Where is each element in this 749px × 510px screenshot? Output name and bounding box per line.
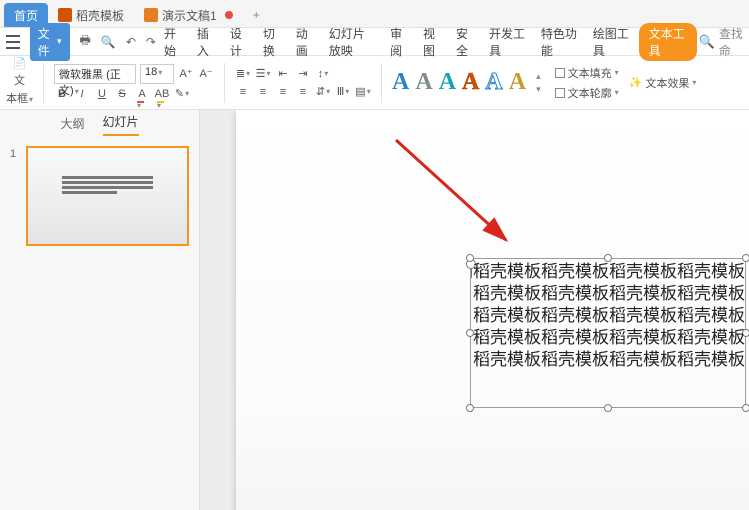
line-spacing-button[interactable]: ↕ [315, 66, 331, 82]
menu-texttools[interactable]: 文本工具 [639, 23, 697, 61]
canvas-area[interactable]: 稻壳模板稻壳模板稻壳模板稻壳模板稻壳模板稻壳模板稻壳模板稻壳模板稻壳模板稻壳模板… [200, 110, 749, 510]
annotation-arrow [396, 140, 526, 263]
qat-undo-icon[interactable]: ↶ [126, 35, 136, 49]
font-color-button[interactable]: A [134, 86, 150, 102]
wordart-style-6[interactable]: A [509, 69, 526, 96]
text-fill-button[interactable]: 文本填充▾ [555, 65, 619, 81]
menu-dev[interactable]: 开发工具 [483, 23, 533, 61]
wordart-style-5[interactable]: A [485, 69, 502, 96]
qat-preview-icon[interactable]: 🔍 [101, 35, 116, 49]
search-icon: 🔍 [699, 34, 715, 50]
menu-animation[interactable]: 动画 [290, 23, 321, 61]
bullets-button[interactable]: ≣ [235, 66, 251, 82]
align-vert-button[interactable]: ⇵ [315, 84, 331, 100]
wordart-more[interactable]: ▴ ▾ [536, 71, 541, 95]
wordart-style-3[interactable]: A [439, 69, 456, 96]
pane-tab-outline[interactable]: 大纲 [60, 115, 84, 136]
textbox-label-2: 本框 [6, 90, 33, 106]
align-center-button[interactable]: ≡ [255, 84, 271, 100]
outline-icon [555, 88, 565, 98]
menu-bar: 文件 🖶 🔍 ↶ ↷ 开始 插入 设计 切换 动画 幻灯片放映 审阅 视图 安全… [0, 28, 749, 56]
fill-icon [555, 68, 565, 78]
menu-transition[interactable]: 切换 [257, 23, 288, 61]
thumb-preview-text [62, 176, 153, 196]
group-text-effects: 文本填充▾ 文本轮廓▾ [555, 65, 619, 101]
search-placeholder: 查找命 [719, 25, 743, 59]
slide-thumbnail-1[interactable] [26, 146, 189, 246]
text-direction-button[interactable]: Ⅲ [335, 84, 351, 100]
group-font: 微软雅黑 (正文) 18 A⁺ A⁻ B I U S A AB ✎ [54, 64, 214, 102]
file-menu-label: 文件 [38, 25, 54, 59]
increase-font-button[interactable]: A⁺ [178, 66, 194, 82]
divider [381, 63, 382, 103]
resize-handle-se[interactable] [742, 404, 749, 412]
presentation-icon [144, 8, 158, 22]
unsaved-dot-icon [225, 11, 233, 19]
wordart-style-2[interactable]: A [415, 69, 432, 96]
resize-handle-s[interactable] [604, 404, 612, 412]
numbering-button[interactable]: ☰ [255, 66, 271, 82]
textbox-content[interactable]: 稻壳模板稻壳模板稻壳模板稻壳模板稻壳模板稻壳模板稻壳模板稻壳模板稻壳模板稻壳模板… [473, 261, 748, 371]
menu-start[interactable]: 开始 [158, 23, 189, 61]
divider [224, 63, 225, 103]
menu-feature[interactable]: 特色功能 [535, 23, 585, 61]
tab-home-label: 首页 [14, 7, 38, 24]
text-outline-label: 文本轮廓 [568, 85, 612, 101]
pane-tab-slides[interactable]: 幻灯片 [103, 113, 139, 136]
underline-button[interactable]: U [94, 86, 110, 102]
hamburger-icon[interactable] [6, 35, 20, 49]
text-outline-button[interactable]: 文本轮廓▾ [555, 85, 619, 101]
wordart-gallery[interactable]: A A A A A A [392, 69, 526, 96]
strike-button[interactable]: S [114, 86, 130, 102]
menu-view[interactable]: 视图 [417, 23, 448, 61]
qat-redo-icon[interactable]: ↷ [146, 35, 156, 49]
menu-design[interactable]: 设计 [224, 23, 255, 61]
indent-inc-button[interactable]: ⇥ [295, 66, 311, 82]
divider [43, 63, 44, 103]
textbox-icon: 📄 [13, 59, 27, 70]
effects-icon: ✨ [629, 76, 643, 89]
menu-drawtools[interactable]: 绘图工具 [587, 23, 637, 61]
textbox-selection[interactable]: 稻壳模板稻壳模板稻壳模板稻壳模板稻壳模板稻壳模板稻壳模板稻壳模板稻壳模板稻壳模板… [470, 258, 746, 408]
slide-panel: 大纲 幻灯片 1 [0, 110, 200, 510]
menu-review[interactable]: 审阅 [384, 23, 415, 61]
menu-security[interactable]: 安全 [450, 23, 481, 61]
qat-print-icon[interactable]: 🖶 [80, 31, 91, 52]
wordart-style-4[interactable]: A [462, 69, 479, 96]
text-effects-label: 文本效果 [645, 75, 689, 91]
search-area[interactable]: 🔍 查找命 [699, 25, 743, 59]
font-family-select[interactable]: 微软雅黑 (正文) [54, 64, 136, 84]
indent-dec-button[interactable]: ⇤ [275, 66, 291, 82]
font-size-select[interactable]: 18 [140, 64, 174, 84]
font-size-value: 18 [145, 66, 157, 78]
work-area: 大纲 幻灯片 1 [0, 110, 749, 510]
resize-handle-sw[interactable] [466, 404, 474, 412]
text-effects-button[interactable]: ✨文本效果▾ [629, 75, 697, 91]
wordart-style-1[interactable]: A [392, 69, 409, 96]
align-right-button[interactable]: ≡ [275, 84, 291, 100]
slide-canvas[interactable]: 稻壳模板稻壳模板稻壳模板稻壳模板稻壳模板稻壳模板稻壳模板稻壳模板稻壳模板稻壳模板… [236, 110, 749, 510]
thumbnail-list: 1 [0, 136, 199, 256]
group-textbox[interactable]: 📄 文 本框 [6, 59, 33, 106]
columns-button[interactable]: ▤ [355, 84, 371, 100]
align-justify-button[interactable]: ≡ [295, 84, 311, 100]
menu-insert[interactable]: 插入 [191, 23, 222, 61]
tab-doc2-label: 演示文稿1 [162, 7, 217, 24]
menu-slideshow[interactable]: 幻灯片放映 [323, 23, 382, 61]
presentation-icon [58, 8, 72, 22]
menu-left: 文件 🖶 🔍 ↶ ↷ [6, 23, 156, 61]
group-paragraph: ≣ ☰ ⇤ ⇥ ↕ ≡ ≡ ≡ ≡ ⇵ Ⅲ ▤ [235, 66, 371, 100]
textbox-label-1: 文 [14, 72, 25, 88]
file-menu[interactable]: 文件 [30, 23, 70, 61]
ribbon: 📄 文 本框 微软雅黑 (正文) 18 A⁺ A⁻ B I U S A AB ✎… [0, 56, 749, 110]
text-fill-label: 文本填充 [568, 65, 612, 81]
highlight-button[interactable]: AB [154, 86, 170, 102]
align-left-button[interactable]: ≡ [235, 84, 251, 100]
thumb-index: 1 [10, 146, 20, 246]
decrease-font-button[interactable]: A⁻ [198, 66, 214, 82]
clear-format-button[interactable]: ✎ [174, 86, 190, 102]
pane-tabs: 大纲 幻灯片 [0, 110, 199, 136]
tab-doc1-label: 稻壳模板 [76, 7, 124, 24]
